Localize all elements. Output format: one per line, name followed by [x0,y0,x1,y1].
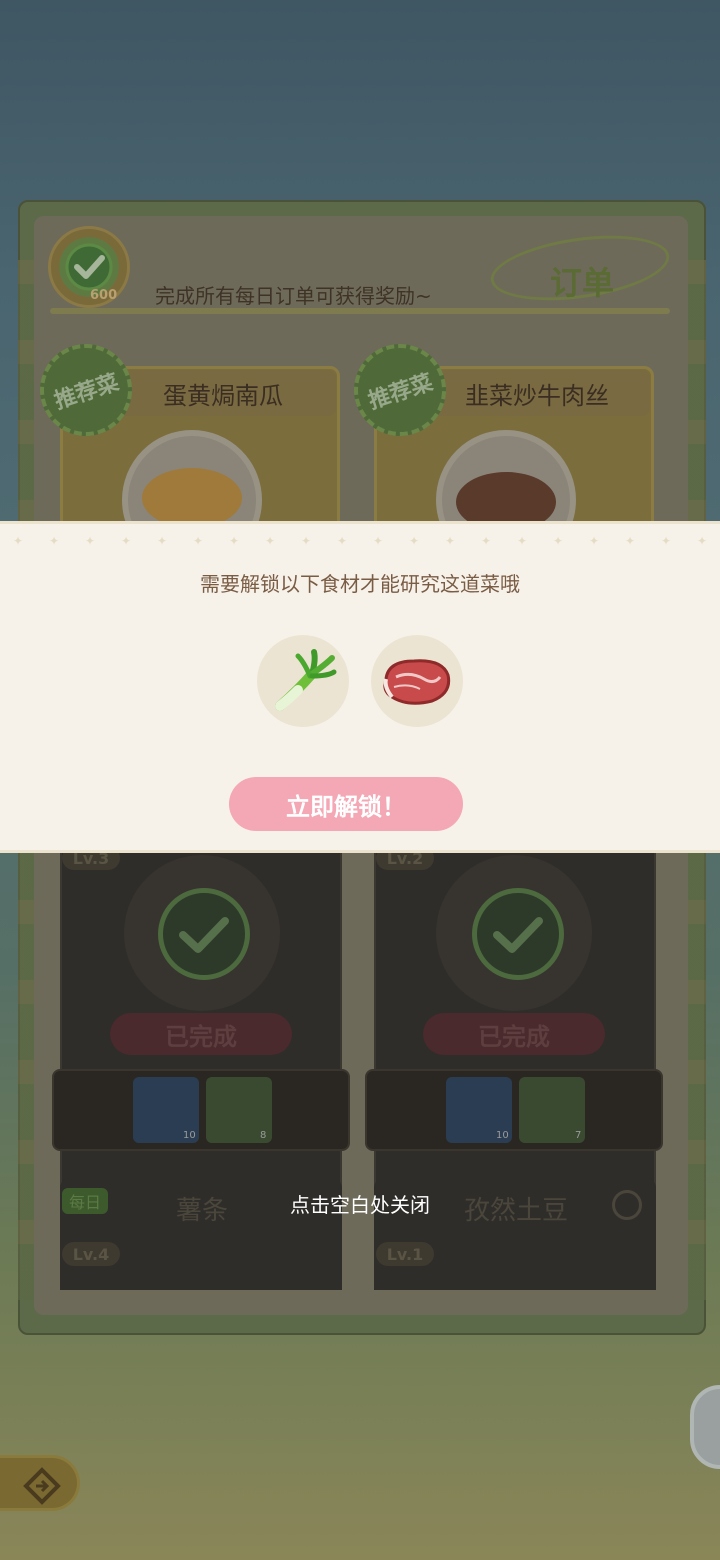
reward-count: 8 [260,1130,267,1141]
board-title: 订单 [550,264,615,302]
order-status-1: 已完成 [110,1013,292,1055]
daily-reward-medal[interactable] [48,226,130,308]
medal-count: 600 [90,288,118,303]
completed-check-icon [472,888,564,980]
ingredient-slot-2[interactable] [371,635,463,727]
sparkle-border-bottom [0,836,720,850]
dish-name-2: 韭菜炒牛肉丝 [424,370,650,416]
completed-check-icon [158,888,250,980]
order-status-2: 已完成 [423,1013,605,1055]
header-divider [50,308,670,314]
order-level-4: Lv.1 [376,1242,434,1266]
reward-count: 10 [496,1130,509,1141]
order-rewards-1 [52,1069,350,1151]
order-level-3: Lv.4 [62,1242,120,1266]
unlock-message: 需要解锁以下食材才能研究这道菜哦 [200,572,520,596]
reward-count: 10 [183,1130,196,1141]
back-nav-button[interactable] [0,1455,80,1511]
beef-icon [383,659,451,705]
leek-icon [275,649,337,711]
ingredient-slot-1[interactable] [257,635,349,727]
reward-count: 7 [575,1130,582,1141]
unlock-now-button[interactable]: 立即解锁！ [229,777,463,831]
order-rewards-2 [365,1069,663,1151]
close-hint[interactable]: 点击空白处关闭 [0,1189,720,1218]
sparkle-border-top: ✦ ✦ ✦ ✦ ✦ ✦ ✦ ✦ ✦ ✦ ✦ ✦ ✦ ✦ ✦ ✦ ✦ ✦ ✦ ✦ [12,534,708,548]
reward-description: 完成所有每日订单可获得奖励~ [155,284,432,308]
dish-name-1: 蛋黄焗南瓜 [110,370,336,416]
pumpkin-dish-icon [142,468,242,528]
check-icon [65,243,113,291]
arrow-diamond-icon [23,1467,61,1505]
side-menu-button[interactable] [690,1385,720,1469]
